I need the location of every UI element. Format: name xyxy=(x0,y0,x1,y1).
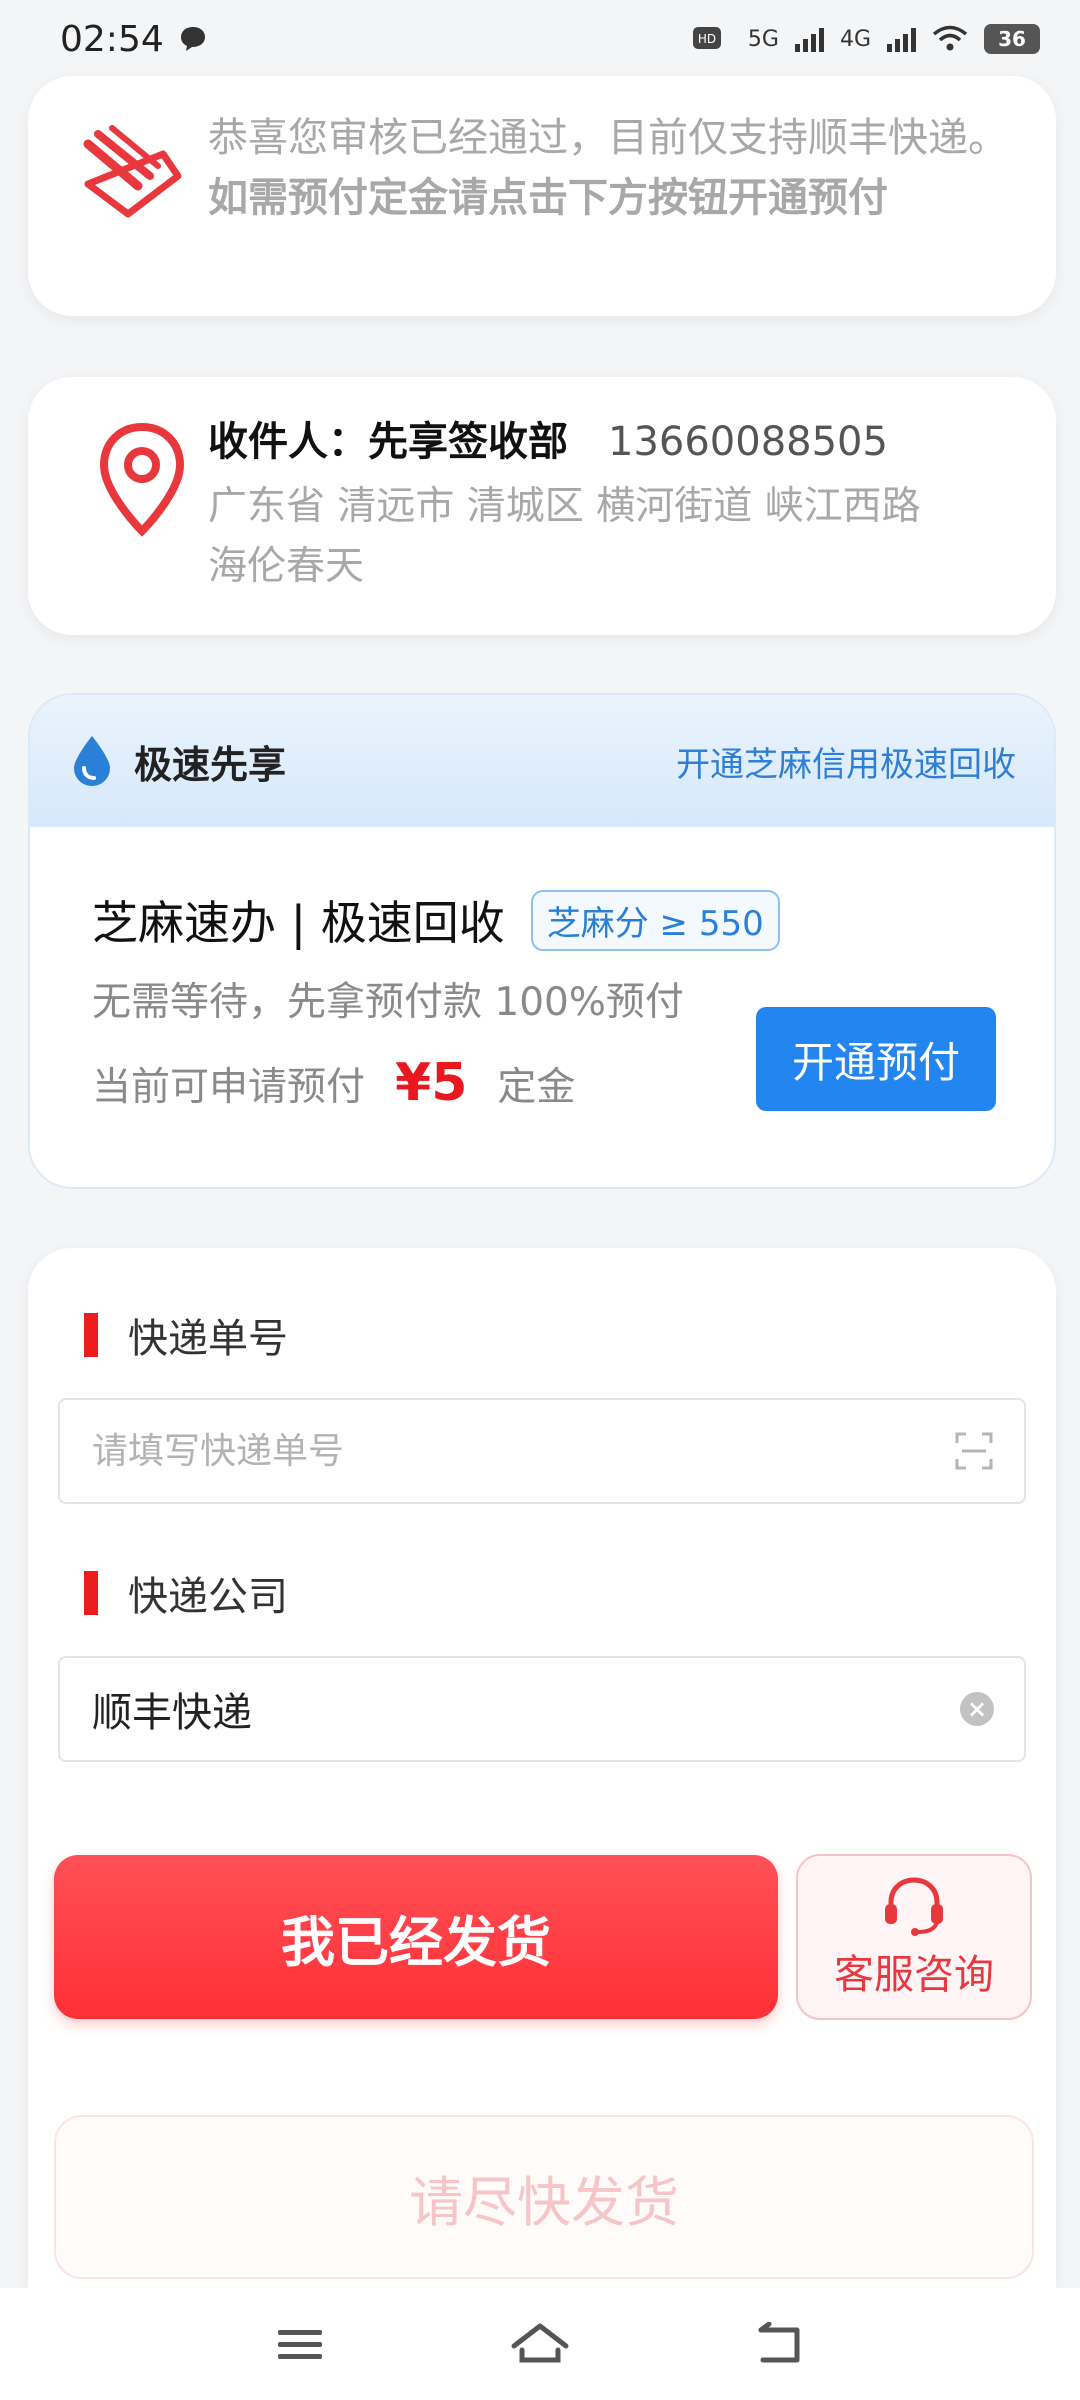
nav-home-button[interactable] xyxy=(500,2304,580,2384)
home-icon xyxy=(511,2323,569,2363)
scan-icon[interactable] xyxy=(954,1431,994,1471)
hd-icon: HD xyxy=(692,27,721,49)
tracking-number-input[interactable] xyxy=(90,1429,954,1473)
notice-text: 恭喜您审核已经通过，目前仅支持顺丰快递。 xyxy=(208,115,1008,161)
open-zhima-credit-link[interactable]: 开通芝麻信用极速回收 xyxy=(676,737,1016,786)
express-company-input[interactable] xyxy=(90,1685,960,1733)
ship-soon-button[interactable]: 请尽快发货 xyxy=(54,2115,1034,2279)
customer-service-button[interactable]: 客服咨询 xyxy=(796,1854,1032,2020)
screen: 02:54 HD 5G 4G 36 恭喜您审核已经通过，目前仅支持顺丰快递。 如… xyxy=(0,0,1080,2400)
label-marker xyxy=(84,1571,98,1615)
status-left: 02:54 xyxy=(60,19,208,60)
tracking-number-label: 快递单号 xyxy=(84,1306,288,1364)
sf-express-logo-icon xyxy=(83,125,182,218)
express-company-label-text: 快递公司 xyxy=(128,1574,288,1620)
water-drop-icon xyxy=(74,736,110,786)
address-line-1: 广东省 清远市 清城区 横河街道 峡江西路 xyxy=(208,484,921,529)
credit-name-row: 芝麻速办 | 极速回收 芝麻分 ≥ 550 xyxy=(92,887,994,953)
signal-5g-icon xyxy=(794,26,824,52)
chat-bubble-icon xyxy=(180,27,205,51)
express-company-label: 快递公司 xyxy=(84,1564,288,1622)
approval-notice-card: 恭喜您审核已经通过，目前仅支持顺丰快递。 如需预付定金请点击下方按钮开通预付 xyxy=(28,76,1056,316)
notice-instruction: 如需预付定金请点击下方按钮开通预付 xyxy=(208,175,888,221)
recipient-row: 收件人：先享签收部 13660088505 xyxy=(208,409,1016,467)
status-right: HD 5G 4G 36 xyxy=(692,24,1040,54)
credit-header: 极速先享 开通芝麻信用极速回收 xyxy=(30,695,1054,827)
tracking-number-label-text: 快递单号 xyxy=(128,1316,288,1362)
recipient-address-card[interactable]: 收件人：先享签收部 13660088505 广东省 清远市 清城区 横河街道 峡… xyxy=(28,377,1056,635)
customer-service-label: 客服咨询 xyxy=(834,1952,994,1998)
credit-body: 芝麻速办 | 极速回收 芝麻分 ≥ 550 无需等待，先拿预付款 100%预付 … xyxy=(30,827,1054,1113)
shipped-button[interactable]: 我已经发货 xyxy=(54,1855,778,2019)
battery-icon: 36 xyxy=(984,24,1040,54)
location-pin-icon xyxy=(99,422,185,537)
credit-title: 极速先享 xyxy=(134,742,287,787)
address-line-2: 海伦春天 xyxy=(208,544,365,589)
credit-header-left: 极速先享 xyxy=(70,734,286,789)
credit-amount-unit: 定金 xyxy=(497,1065,576,1110)
credit-amount: ¥5 xyxy=(395,1053,468,1113)
open-prepay-button[interactable]: 开通预付 xyxy=(756,1007,996,1111)
nav-menu-button[interactable] xyxy=(260,2304,340,2384)
zhima-score-badge: 芝麻分 ≥ 550 xyxy=(530,889,780,951)
clear-icon[interactable]: × xyxy=(960,1692,994,1726)
network-5g-label: 5G xyxy=(747,26,779,52)
network-4g-label: 4G xyxy=(839,26,871,52)
headset-icon xyxy=(885,1877,943,1936)
back-icon xyxy=(758,2322,800,2363)
label-marker xyxy=(84,1313,98,1357)
recipient-address: 广东省 清远市 清城区 横河街道 峡江西路 海伦春天 xyxy=(208,477,1016,597)
credit-product-name: 芝麻速办 | 极速回收 xyxy=(92,896,505,950)
status-bar: 02:54 HD 5G 4G 36 xyxy=(0,0,1080,78)
recipient-name: 收件人：先享签收部 xyxy=(208,419,568,465)
svg-text:HD: HD xyxy=(698,32,716,46)
wifi-icon xyxy=(932,25,968,51)
shipping-form-card: 快递单号 快递公司 × 我已经发货 客服咨询 xyxy=(28,1248,1056,2288)
nav-back-button[interactable] xyxy=(740,2304,820,2384)
fast-credit-card: 极速先享 开通芝麻信用极速回收 芝麻速办 | 极速回收 芝麻分 ≥ 550 无需… xyxy=(28,693,1056,1189)
tracking-number-field[interactable] xyxy=(58,1398,1026,1504)
express-company-field[interactable]: × xyxy=(58,1656,1026,1762)
menu-icon xyxy=(278,2330,322,2359)
credit-amount-label: 当前可申请预付 xyxy=(92,1065,366,1110)
status-time: 02:54 xyxy=(60,18,164,60)
recipient-phone: 13660088505 xyxy=(608,419,888,465)
system-navigation-bar xyxy=(0,2288,1080,2400)
signal-4g-icon xyxy=(887,26,916,52)
